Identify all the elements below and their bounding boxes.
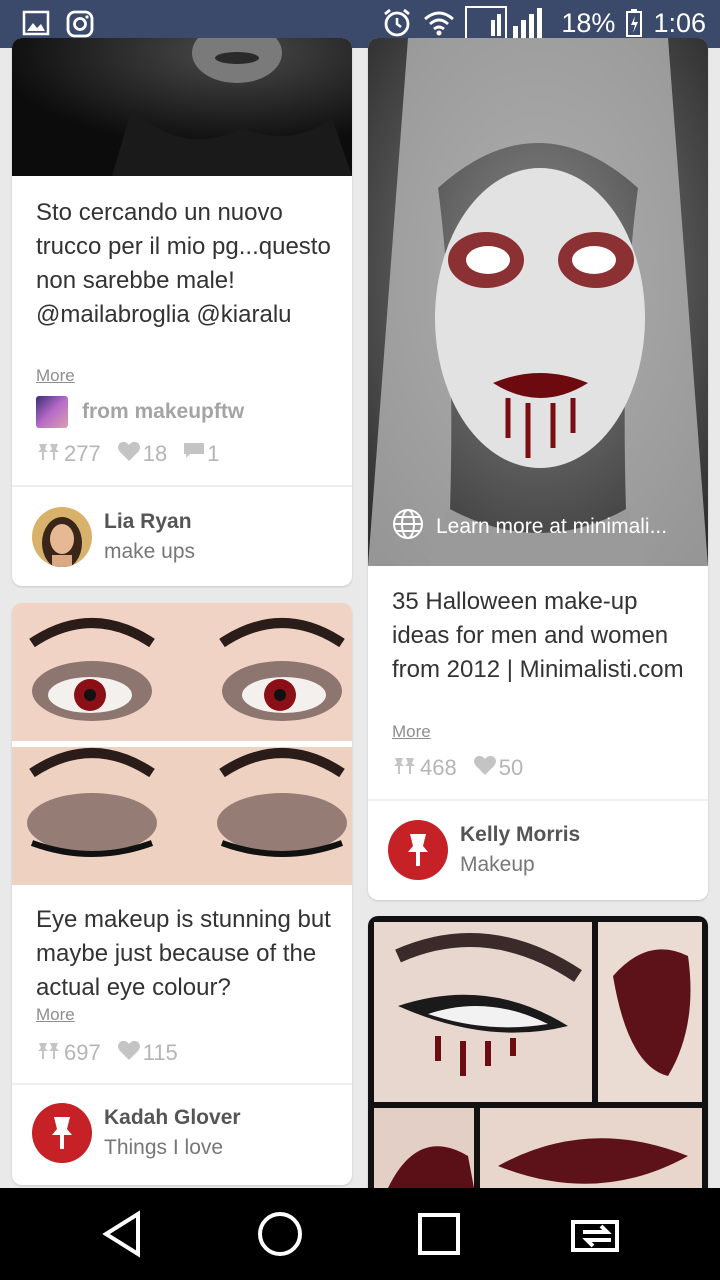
pin-stats: 697 115 [36,1039,178,1067]
source-label: from makeupftw [82,400,245,423]
pin-image[interactable] [12,38,352,176]
board-name: Things I love [104,1136,224,1159]
learn-more-link[interactable]: Learn more at minimali... [392,508,667,546]
author-name: Lia Ryan [104,510,192,533]
heart-icon [117,440,141,468]
pin-card[interactable]: Learn more at minimali... 35 Halloween m… [368,38,708,900]
alarm-icon [381,7,413,39]
like-count: 50 [498,755,524,780]
pin-source[interactable]: from makeupftw [36,396,244,428]
author-name: Kelly Morris [460,823,581,846]
comment-count: 1 [207,441,220,466]
learn-more-text: Learn more at minimali... [436,515,668,538]
pin-card[interactable]: Eye makeup is stunning but maybe just be… [12,603,352,1185]
repin-count: 468 [420,755,457,780]
more-link[interactable]: More [392,722,431,742]
pin-avatar-icon [388,820,448,880]
pin-author[interactable]: Kelly Morris Makeup [388,820,580,880]
pin-author[interactable]: Kadah Glover Things I love [32,1103,241,1163]
avatar [32,507,92,567]
pin-image[interactable] [368,916,708,1188]
repin-icon [36,1039,62,1067]
pin-image[interactable]: Learn more at minimali... [368,38,708,566]
divider [12,485,352,487]
pin-card[interactable]: Sto cercando un nuovo trucco per il mio … [12,38,352,586]
image-icon [22,10,50,38]
pin-author[interactable]: Lia Ryan make ups [32,507,195,567]
repin-icon [392,754,418,782]
pin-avatar-icon [32,1103,92,1163]
like-count: 18 [142,441,168,466]
home-button[interactable] [250,1208,310,1260]
globe-icon [392,508,424,546]
navigation-bar [0,1188,720,1280]
divider [12,1083,352,1085]
clock: 1:06 [653,7,706,38]
switch-app-button[interactable] [567,1208,627,1260]
author-name: Kadah Glover [104,1106,241,1129]
pin-description: 35 Halloween make-up ideas for men and w… [392,588,684,683]
battery-percent: 18% [561,7,616,38]
signal-icon [465,6,551,40]
pin-stats: 468 50 [392,754,523,782]
pin-description: Sto cercando un nuovo trucco per il mio … [36,199,331,328]
pin-image[interactable] [12,603,352,885]
battery-icon [625,8,643,38]
repin-count: 277 [64,441,101,466]
recents-button[interactable] [409,1208,469,1260]
board-name: Makeup [460,853,535,876]
like-count: 115 [142,1040,178,1065]
heart-icon [117,1039,141,1067]
comment-icon [183,441,205,467]
more-link[interactable]: More [36,1005,75,1025]
wifi-icon [423,10,455,36]
source-thumbnail [36,396,68,428]
instagram-icon [66,10,94,38]
pin-description: Eye makeup is stunning but maybe just be… [36,906,331,1001]
board-name: make ups [104,540,196,563]
more-link[interactable]: More [36,366,75,386]
repin-icon [36,440,62,468]
pin-card[interactable] [368,916,708,1188]
pin-stats: 277 18 1 [36,440,219,468]
repin-count: 697 [64,1040,101,1065]
heart-icon [473,754,497,782]
divider [368,799,708,801]
back-button[interactable] [92,1208,152,1260]
